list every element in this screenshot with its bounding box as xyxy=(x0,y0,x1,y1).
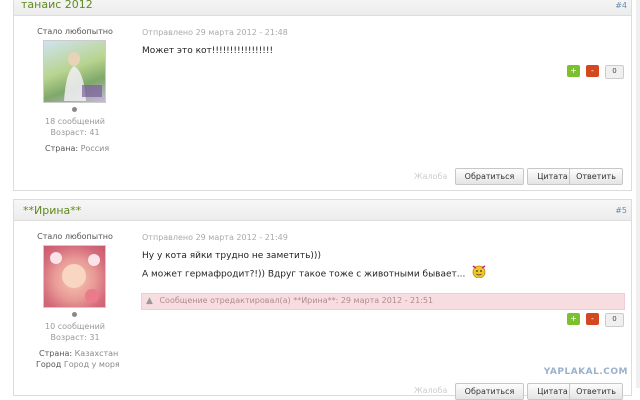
post-date[interactable]: Отправлено 29 марта 2012 - 21:49 xyxy=(142,233,288,242)
vote-count: 0 xyxy=(605,65,624,79)
post-date[interactable]: Отправлено 29 марта 2012 - 21:48 xyxy=(142,28,288,37)
vote-down-button[interactable]: - xyxy=(586,313,599,325)
vote-up-button[interactable]: + xyxy=(567,65,580,77)
user-rank: Стало любопытно xyxy=(37,232,113,241)
answer-button[interactable]: Ответить xyxy=(569,383,623,400)
post-line: А может гермафродит?!)) Вдруг такое тоже… xyxy=(142,269,466,280)
user-country: Страна: Казахстан xyxy=(39,349,118,358)
user-rank: Стало любопытно xyxy=(37,27,113,36)
post-4: танаис 2012 #4 Стало любопытно 18 сообще… xyxy=(13,0,632,191)
scrollbar[interactable] xyxy=(636,0,640,388)
post-author[interactable]: **Ирина** xyxy=(23,204,81,217)
user-country: Страна: Россия xyxy=(45,144,109,153)
post-line-with-emoticon: А может гермафродит?!)) Вдруг такое тоже… xyxy=(142,264,487,284)
user-age: Возраст: 41 xyxy=(50,128,100,137)
vote-up-button[interactable]: + xyxy=(567,313,580,325)
post-body: Может это кот!!!!!!!!!!!!!!!!! xyxy=(142,44,273,59)
reply-to-button[interactable]: Обратиться xyxy=(455,168,524,185)
city-label: Город xyxy=(36,360,62,369)
country-value: Казахстан xyxy=(74,349,119,358)
country-label: Страна: xyxy=(39,349,73,358)
complaint-link[interactable]: Жалоба xyxy=(414,386,447,395)
post-author[interactable]: танаис 2012 xyxy=(21,0,93,11)
post-line: Ну у кота яйки трудно не заметить))) xyxy=(142,251,321,261)
edit-notice: ▲ Сообщение отредактировал(а) **Ирина**:… xyxy=(141,293,625,310)
post-5: **Ирина** #5 Стало любопытно 10 сообщени… xyxy=(13,199,632,400)
vote-count: 0 xyxy=(605,313,624,327)
post-header: танаис 2012 #4 xyxy=(14,0,631,16)
city-value: Город у моря xyxy=(63,360,120,369)
post-header: **Ирина** #5 xyxy=(14,200,631,221)
reply-to-button[interactable]: Обратиться xyxy=(455,383,524,400)
avatar[interactable] xyxy=(43,245,106,308)
country-value: Россия xyxy=(80,144,110,153)
post-body: Ну у кота яйки трудно не заметить))) А м… xyxy=(142,249,487,284)
user-age: Возраст: 31 xyxy=(50,333,100,342)
user-panel: Стало любопытно xyxy=(14,232,136,241)
post-line: Может это кот!!!!!!!!!!!!!!!!! xyxy=(142,46,274,56)
site-watermark: YAPLAKAL.COM xyxy=(543,367,628,377)
online-status-dot xyxy=(72,107,77,112)
user-city: Город Город у моря xyxy=(36,360,120,369)
avatar-figure-icon xyxy=(64,52,102,101)
avatar-flowers-icon xyxy=(50,252,100,303)
complaint-link[interactable]: Жалоба xyxy=(414,172,447,181)
message-count[interactable]: 18 сообщений xyxy=(14,117,136,126)
post-number[interactable]: #5 xyxy=(615,206,627,215)
country-label: Страна: xyxy=(45,144,79,153)
post-number[interactable]: #4 xyxy=(615,1,627,10)
vote-down-button[interactable]: - xyxy=(586,65,599,77)
warning-triangle-icon: ▲ xyxy=(146,296,153,306)
user-panel: Стало любопытно xyxy=(14,27,136,36)
smiley-emoticon-icon xyxy=(471,264,487,284)
answer-button[interactable]: Ответить xyxy=(569,168,623,185)
edit-notice-text: Сообщение отредактировал(а) **Ирина**: 2… xyxy=(159,296,434,305)
online-status-dot xyxy=(72,312,77,317)
avatar[interactable] xyxy=(43,40,106,103)
message-count[interactable]: 10 сообщений xyxy=(14,322,136,331)
